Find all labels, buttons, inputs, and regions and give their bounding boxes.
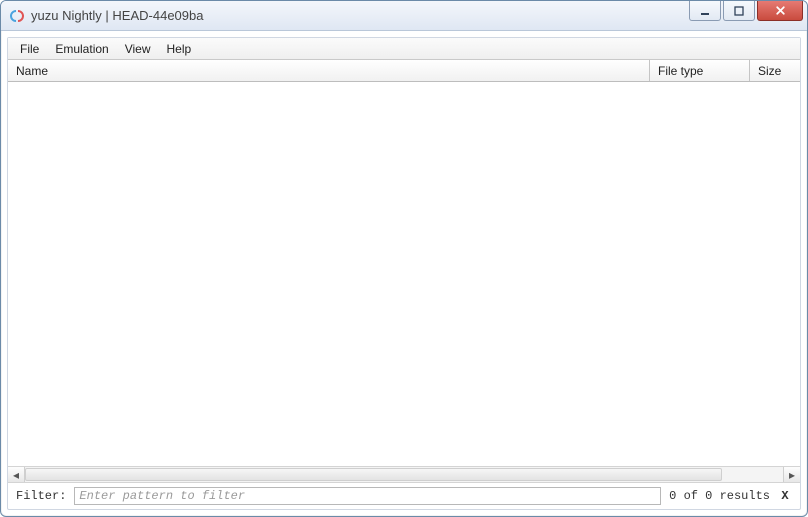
- menubar: File Emulation View Help: [8, 38, 800, 60]
- menu-emulation[interactable]: Emulation: [47, 38, 116, 59]
- scroll-thumb[interactable]: [25, 468, 722, 481]
- column-header-size[interactable]: Size: [750, 60, 800, 81]
- app-icon: [9, 8, 25, 24]
- maximize-button[interactable]: [723, 1, 755, 21]
- menu-file[interactable]: File: [12, 38, 47, 59]
- column-header-name[interactable]: Name: [8, 60, 650, 81]
- minimize-button[interactable]: [689, 1, 721, 21]
- column-header-file-type[interactable]: File type: [650, 60, 750, 81]
- menu-help[interactable]: Help: [159, 38, 200, 59]
- scroll-left-icon[interactable]: ◂: [8, 467, 25, 482]
- titlebar[interactable]: yuzu Nightly | HEAD-44e09ba: [1, 1, 807, 31]
- game-list[interactable]: [8, 82, 800, 466]
- horizontal-scrollbar[interactable]: ◂ ▸: [8, 466, 800, 483]
- window-controls: [689, 1, 803, 21]
- close-button[interactable]: [757, 1, 803, 21]
- column-headers: Name File type Size: [8, 60, 800, 82]
- scroll-right-icon[interactable]: ▸: [783, 467, 800, 482]
- app-window: yuzu Nightly | HEAD-44e09ba File Emulati…: [0, 0, 808, 517]
- filter-input[interactable]: [74, 487, 661, 505]
- filter-clear-button[interactable]: X: [778, 489, 792, 503]
- filter-label: Filter:: [16, 489, 66, 503]
- scroll-track[interactable]: [25, 467, 783, 482]
- client-area: File Emulation View Help Name File type …: [7, 37, 801, 510]
- filter-results: 0 of 0 results: [669, 489, 770, 503]
- filter-bar: Filter: 0 of 0 results X: [8, 483, 800, 509]
- window-title: yuzu Nightly | HEAD-44e09ba: [31, 8, 203, 23]
- menu-view[interactable]: View: [117, 38, 159, 59]
